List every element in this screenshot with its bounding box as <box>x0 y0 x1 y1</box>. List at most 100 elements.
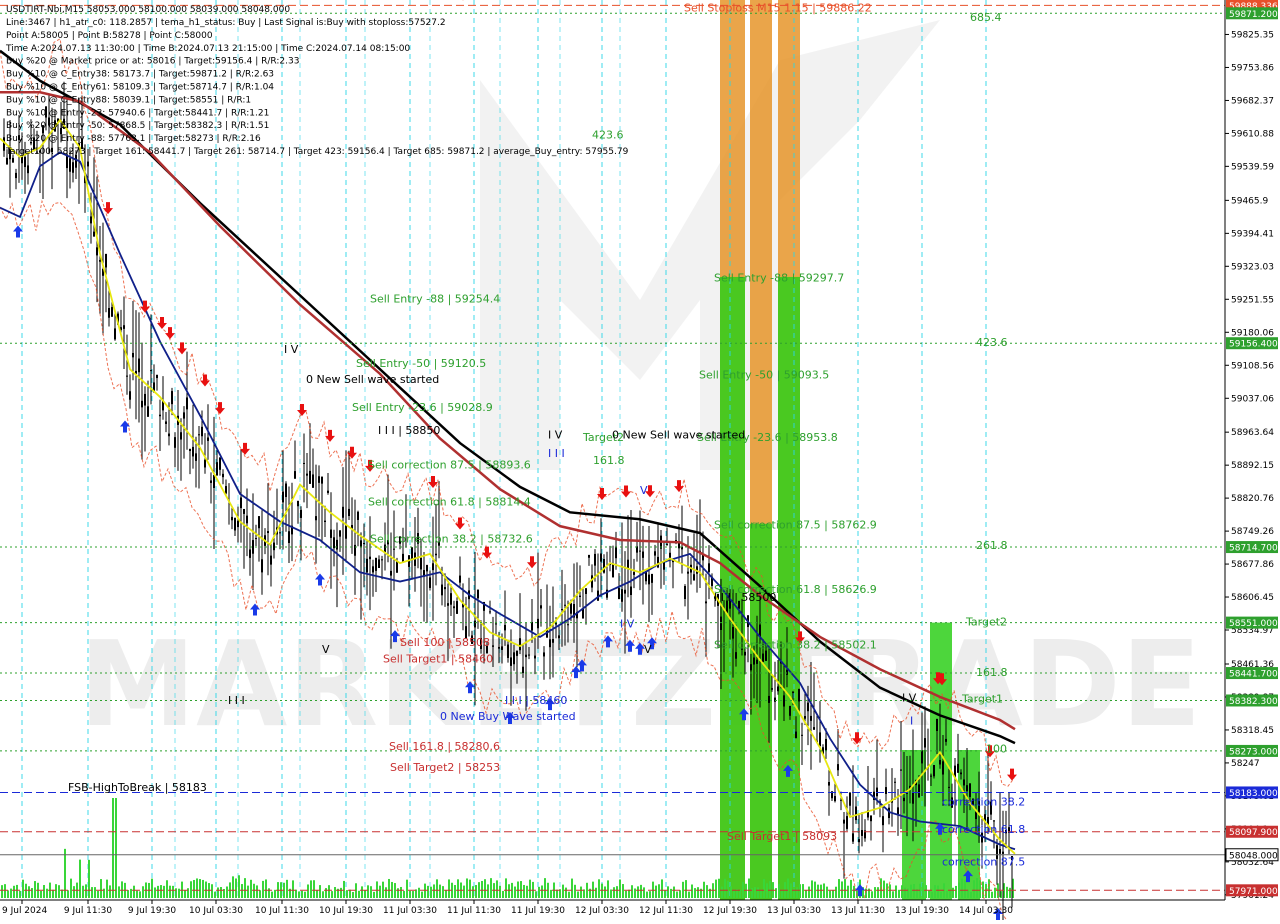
chart-annotation: Sell Entry -23.6 | 59028.9 <box>352 401 493 414</box>
candle-body <box>198 434 200 436</box>
candle-body <box>342 506 344 518</box>
candle-body <box>756 659 758 664</box>
chart-canvas[interactable]: MARKETZITRADE Sell Stoploss M15 1.9 | 59… <box>0 0 1280 924</box>
price-tag: 58048.000 <box>1229 851 1278 861</box>
candle-body <box>630 586 632 596</box>
chart-annotation: I <box>910 715 913 728</box>
candle-body <box>936 718 938 731</box>
candle-body <box>498 646 500 649</box>
candle-body <box>522 666 524 674</box>
chart-annotation: I I I | 58850 <box>378 424 440 437</box>
chart-annotation: Sell Target2 | 58253 <box>390 761 500 774</box>
info-line: Time A:2024.07.13 11:30:00 | Time B:2024… <box>5 44 410 54</box>
chart-annotation: 161.8 <box>976 666 1008 679</box>
chart-annotation: correction 38.2 <box>942 795 1025 808</box>
candle-body <box>237 520 239 528</box>
chart-annotation: I V <box>620 618 635 631</box>
candle-body <box>852 833 854 842</box>
candle-body <box>735 652 737 659</box>
candle-body <box>900 769 902 771</box>
candle-body <box>255 538 257 540</box>
candle-body <box>213 475 215 488</box>
candle-body <box>99 259 101 262</box>
candle-body <box>87 161 89 167</box>
candle-body <box>753 657 755 665</box>
candle-body <box>360 540 362 548</box>
candle-body <box>828 781 830 786</box>
candle-body <box>474 620 476 628</box>
candle-body <box>912 792 914 804</box>
symbol-line: USDTIRT-Nbi,M15 58053.000 58100.000 5803… <box>6 5 290 15</box>
x-tick-label: 9 Jul 19:30 <box>128 906 177 916</box>
candle-body <box>561 609 563 611</box>
candle-body <box>708 563 710 572</box>
candle-body <box>684 585 686 600</box>
y-tick-label: 59251.55 <box>1231 295 1274 305</box>
candle-body <box>750 664 752 671</box>
candle-body <box>489 611 491 613</box>
chart-annotation: Sell Entry -88 | 59297.7 <box>714 272 844 285</box>
candle-body <box>774 697 776 702</box>
x-tick-label: 10 Jul 03:30 <box>189 906 243 916</box>
chart-annotation: Sell Target1 | 58093 <box>727 830 837 843</box>
x-tick-label: 11 Jul 03:30 <box>383 906 437 916</box>
x-tick-label: 13 Jul 11:30 <box>831 906 885 916</box>
candle-body <box>834 796 836 802</box>
chart-annotation: 423.6 <box>976 336 1008 349</box>
candle-body <box>24 156 26 168</box>
candle-body <box>96 247 98 256</box>
y-tick-label: 58749.26 <box>1231 527 1274 537</box>
candle-body <box>294 471 296 479</box>
candle-body <box>1002 851 1004 854</box>
candle-body <box>69 158 71 172</box>
chart-annotation: Sell Stoploss M15 1.9 | 59907.338 <box>340 0 528 1</box>
candle-body <box>579 595 581 597</box>
chart-annotation: Sell correction 38.2 | 58502.1 <box>714 638 877 651</box>
chart-annotation: I V <box>284 343 299 356</box>
x-tick-label: 9 Jul 11:30 <box>64 906 113 916</box>
candle-body <box>624 589 626 594</box>
candle-body <box>201 426 203 437</box>
chart-annotation: I I I | 58460 <box>505 694 567 707</box>
candle-body <box>720 616 722 630</box>
candle-body <box>312 474 314 488</box>
candle-body <box>567 624 569 626</box>
y-tick-label: 58963.64 <box>1231 428 1274 438</box>
candle-body <box>762 653 764 663</box>
price-tag: 57971.000 <box>1229 887 1278 897</box>
candle-body <box>534 655 536 659</box>
y-tick-label: 59682.37 <box>1231 96 1274 106</box>
candle-body <box>993 820 995 822</box>
candle-body <box>549 639 551 648</box>
candle-body <box>516 650 518 656</box>
candle-body <box>540 605 542 609</box>
candle-body <box>765 650 767 661</box>
candle-body <box>231 516 233 521</box>
price-tag: 59156.400 <box>1229 340 1278 350</box>
candle-body <box>612 563 614 578</box>
y-tick-label: 59323.03 <box>1231 262 1274 272</box>
price-tag: 59871.200 <box>1229 10 1278 20</box>
chart-header: USDTIRT-Nbi,M15 58053.000 58100.000 5803… <box>6 5 290 15</box>
candle-body <box>126 375 128 377</box>
candle-body <box>588 554 590 558</box>
chart-annotation: Sell 100 | 58508 <box>400 636 490 649</box>
candle-body <box>240 497 242 509</box>
candle-body <box>621 589 623 602</box>
candle-body <box>309 470 311 484</box>
chart-annotation: 0 New Buy Wave started <box>440 710 576 723</box>
candle-body <box>525 654 527 658</box>
chart-annotation: 0 New Sell wave started <box>612 428 745 441</box>
chart-annotation: Target2 <box>965 615 1007 628</box>
candle-body <box>786 669 788 675</box>
candle-body <box>663 562 665 570</box>
candle-body <box>378 559 380 569</box>
x-tick-label: 12 Jul 03:30 <box>575 906 629 916</box>
candle-body <box>27 165 29 174</box>
trading-chart[interactable]: MARKETZITRADE Sell Stoploss M15 1.9 | 59… <box>0 0 1280 924</box>
x-tick-label: 10 Jul 11:30 <box>255 906 309 916</box>
chart-annotation: 423.6 <box>592 128 624 141</box>
candle-body <box>243 508 245 514</box>
candle-body <box>654 551 656 556</box>
y-tick-label: 58892.15 <box>1231 461 1274 471</box>
